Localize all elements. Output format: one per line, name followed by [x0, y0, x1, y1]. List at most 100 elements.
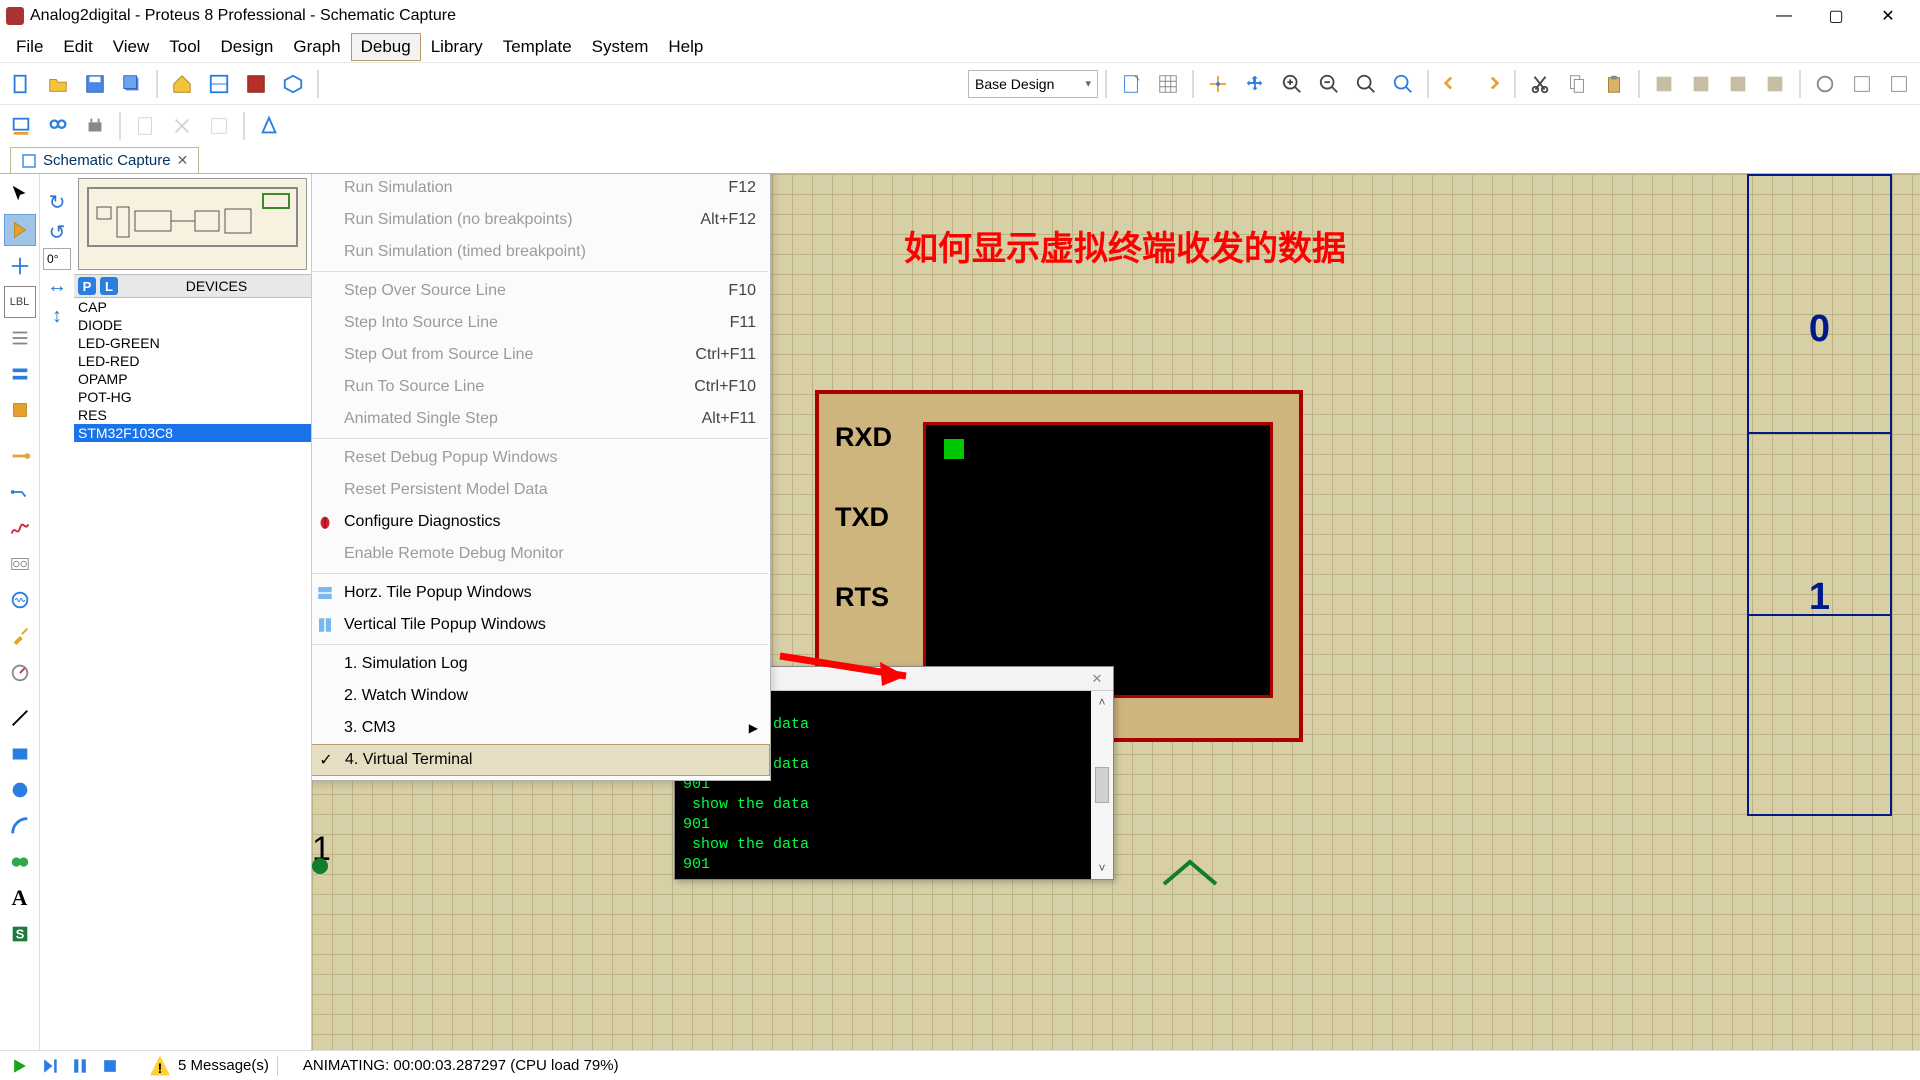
scroll-thumb[interactable]: [1095, 767, 1109, 803]
block-move-button[interactable]: [1684, 67, 1718, 101]
terminals-button[interactable]: [4, 109, 38, 143]
pause-button[interactable]: [66, 1053, 94, 1079]
device-item[interactable]: RES: [74, 406, 311, 424]
menu-file[interactable]: File: [6, 33, 53, 61]
circle-tool[interactable]: [4, 774, 36, 806]
scroll-up-button[interactable]: ˄: [1098, 695, 1105, 709]
debug-menu-item[interactable]: ✓4. Virtual Terminal: [312, 744, 770, 776]
arc-tool[interactable]: [4, 810, 36, 842]
property-button[interactable]: [78, 109, 112, 143]
paste-button[interactable]: [1597, 67, 1631, 101]
find-button[interactable]: [41, 109, 75, 143]
junction-tool[interactable]: [4, 250, 36, 282]
undo-button[interactable]: [1436, 67, 1470, 101]
rotate-cw-button[interactable]: ↻: [43, 188, 71, 216]
stop-button[interactable]: [96, 1053, 124, 1079]
redo-button[interactable]: [1473, 67, 1507, 101]
rotation-input[interactable]: 0°: [43, 248, 71, 270]
grid-button[interactable]: [1151, 67, 1185, 101]
debug-menu-item[interactable]: Vertical Tile Popup Windows: [312, 609, 770, 641]
path-tool[interactable]: [4, 846, 36, 878]
schematic-button[interactable]: [202, 67, 236, 101]
compile-button[interactable]: [252, 109, 286, 143]
tape-tool[interactable]: [4, 548, 36, 580]
new-file-button[interactable]: [4, 67, 38, 101]
block-delete-button[interactable]: [1758, 67, 1792, 101]
menu-template[interactable]: Template: [493, 33, 582, 61]
instrument-tool[interactable]: [4, 656, 36, 688]
label-tool[interactable]: LBL: [4, 286, 36, 318]
block-rotate-button[interactable]: [1721, 67, 1755, 101]
debug-menu-item[interactable]: Configure Diagnostics: [312, 506, 770, 538]
selection-tool[interactable]: [4, 178, 36, 210]
origin-button[interactable]: [1201, 67, 1235, 101]
open-file-button[interactable]: [41, 67, 75, 101]
design-variant-select[interactable]: Base Design▾: [968, 70, 1098, 98]
device-item[interactable]: LED-RED: [74, 352, 311, 370]
line-tool[interactable]: [4, 702, 36, 734]
3d-button[interactable]: [276, 67, 310, 101]
terminal-scrollbar[interactable]: ˄ ˅: [1091, 691, 1113, 879]
debug-menu-item[interactable]: Horz. Tile Popup Windows: [312, 577, 770, 609]
step-button[interactable]: [36, 1053, 64, 1079]
canvas[interactable]: Start VSM DebuggingCtrl+F12Pause VSM Deb…: [312, 174, 1920, 1050]
debug-menu-item[interactable]: 3. CM3▶: [312, 712, 770, 744]
warning-icon[interactable]: !: [150, 1056, 170, 1076]
subcircuit-tool[interactable]: [4, 394, 36, 426]
sheet-button[interactable]: [1114, 67, 1148, 101]
device-item[interactable]: STM32F103C8: [74, 424, 311, 442]
pcb-button[interactable]: [239, 67, 273, 101]
library-make-button[interactable]: [1882, 67, 1916, 101]
status-messages[interactable]: 5 Message(s): [178, 1057, 269, 1074]
home-button[interactable]: [165, 67, 199, 101]
device-pin-tool[interactable]: [4, 476, 36, 508]
tab-close-button[interactable]: ✕: [177, 152, 189, 169]
probe-tool[interactable]: [4, 620, 36, 652]
terminals-mode[interactable]: [4, 440, 36, 472]
maximize-button[interactable]: ▢: [1810, 1, 1862, 31]
library-browse-button[interactable]: [1845, 67, 1879, 101]
bus-tool[interactable]: [4, 358, 36, 390]
symbol-tool[interactable]: S: [4, 918, 36, 950]
debug-menu-item[interactable]: 1. Simulation Log: [312, 648, 770, 680]
zoom-all-button[interactable]: [1349, 67, 1383, 101]
terminal-close-button[interactable]: ✕: [1087, 669, 1107, 689]
generator-tool[interactable]: [4, 584, 36, 616]
tab-schematic-capture[interactable]: Schematic Capture ✕: [10, 147, 199, 173]
menu-graph[interactable]: Graph: [283, 33, 350, 61]
zoom-in-button[interactable]: [1275, 67, 1309, 101]
component-tool[interactable]: [4, 214, 36, 246]
zoom-out-button[interactable]: [1312, 67, 1346, 101]
text-block-tool[interactable]: [4, 322, 36, 354]
package-button[interactable]: [128, 109, 162, 143]
device-item[interactable]: OPAMP: [74, 370, 311, 388]
menu-system[interactable]: System: [582, 33, 659, 61]
close-button[interactable]: ✕: [1862, 1, 1914, 31]
save-button[interactable]: [78, 67, 112, 101]
menu-tool[interactable]: Tool: [159, 33, 210, 61]
menu-view[interactable]: View: [103, 33, 160, 61]
library-button[interactable]: [1808, 67, 1842, 101]
text-tool[interactable]: A: [4, 882, 36, 914]
menu-design[interactable]: Design: [210, 33, 283, 61]
device-item[interactable]: CAP: [74, 298, 311, 316]
decompose-button[interactable]: [165, 109, 199, 143]
library-button-small[interactable]: L: [100, 277, 118, 295]
device-item[interactable]: DIODE: [74, 316, 311, 334]
device-item[interactable]: POT-HG: [74, 388, 311, 406]
graph-tool[interactable]: [4, 512, 36, 544]
menu-library[interactable]: Library: [421, 33, 493, 61]
zoom-area-button[interactable]: [1386, 67, 1420, 101]
rect-tool[interactable]: [4, 738, 36, 770]
pan-button[interactable]: [1238, 67, 1272, 101]
menu-help[interactable]: Help: [658, 33, 713, 61]
save-all-button[interactable]: [115, 67, 149, 101]
copy-button[interactable]: [1560, 67, 1594, 101]
run-button[interactable]: [6, 1053, 34, 1079]
minimize-button[interactable]: —: [1758, 1, 1810, 31]
cut-button[interactable]: [1523, 67, 1557, 101]
make-device-button[interactable]: [202, 109, 236, 143]
pick-device-button[interactable]: P: [78, 277, 96, 295]
schematic-overview[interactable]: [78, 178, 307, 270]
rotate-ccw-button[interactable]: ↺: [43, 218, 71, 246]
